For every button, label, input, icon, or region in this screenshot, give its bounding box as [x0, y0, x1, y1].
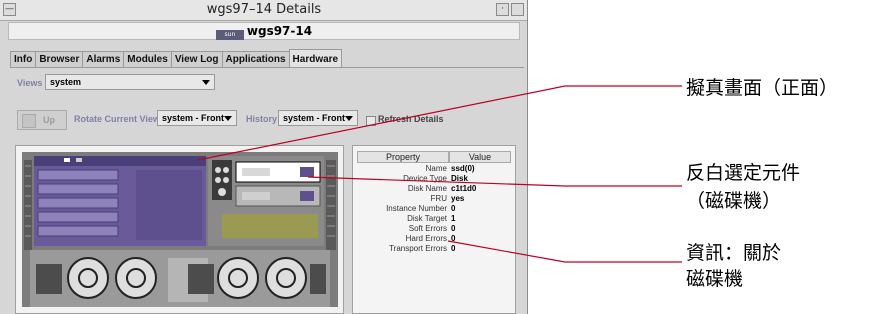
property-value: c1t1d0: [451, 184, 477, 193]
minimize-button[interactable]: ·: [496, 3, 509, 16]
history-select[interactable]: system - Front: [278, 110, 358, 126]
refresh-details-label: Refresh Details: [378, 114, 444, 124]
property-row: Hard Errors 0: [353, 234, 517, 244]
value-column-header[interactable]: Value: [449, 151, 511, 163]
tab-view-log[interactable]: View Log: [170, 51, 223, 67]
callout-info-line1: 資訊：關於: [686, 242, 782, 264]
tab-browser[interactable]: Browser: [35, 51, 84, 67]
tab-applications[interactable]: Applications: [221, 51, 290, 67]
chevron-down-icon: [345, 116, 353, 121]
tab-hardware[interactable]: Hardware: [288, 49, 343, 67]
property-value: 0: [451, 204, 456, 213]
property-name: FRU: [430, 194, 447, 203]
property-name: Name: [425, 164, 447, 173]
property-row: Transport Errors 0: [353, 244, 517, 254]
property-name: Hard Errors: [405, 234, 447, 243]
property-value: 0: [451, 234, 456, 243]
property-row: FRU yes: [353, 194, 517, 204]
property-value: 0: [451, 224, 456, 233]
window-title: wgs97–14 Details: [206, 2, 322, 17]
rotate-select-value: system - Front: [162, 113, 225, 123]
callout-front-view: 擬真畫面（正面）: [686, 77, 839, 99]
host-bar: sun wgs97-14: [8, 22, 520, 40]
up-arrow-icon: [22, 114, 36, 128]
property-row: Name ssd(0): [353, 164, 517, 174]
history-label: History: [246, 114, 278, 124]
details-window: — wgs97–14 Details · sun wgs97-14 Info Br…: [0, 0, 528, 314]
up-button[interactable]: Up: [17, 110, 67, 130]
property-row: Instance Number 0: [353, 204, 517, 214]
property-row: Device Type Disk: [353, 174, 517, 184]
tab-bar: Info Browser Alarms Modules View Log App…: [10, 49, 343, 67]
views-select-value: system: [50, 77, 82, 87]
sun-logo-icon: sun: [215, 30, 244, 40]
rotate-label: Rotate Current View: [74, 114, 160, 124]
chevron-down-icon: [224, 116, 232, 121]
views-label: Views: [17, 78, 43, 88]
maximize-button[interactable]: [511, 3, 524, 16]
property-column-header[interactable]: Property: [357, 151, 449, 163]
chevron-down-icon: [202, 80, 210, 85]
property-value: 0: [451, 244, 456, 253]
property-name: Transport Errors: [389, 244, 447, 253]
property-name: Disk Target: [407, 214, 447, 223]
rotate-select[interactable]: system - Front: [157, 110, 237, 126]
property-value: ssd(0): [451, 164, 475, 173]
up-button-label: Up: [43, 115, 55, 125]
property-name: Instance Number: [386, 204, 447, 213]
property-value: yes: [451, 194, 465, 203]
property-row: Disk Name c1t1d0: [353, 184, 517, 194]
property-name: Device Type: [403, 174, 447, 183]
callout-info-line2: 磁碟機: [686, 268, 744, 290]
property-value: Disk: [451, 174, 468, 183]
system-front-view[interactable]: [15, 145, 344, 314]
history-select-value: system - Front: [283, 113, 346, 123]
callout-selected-line1: 反白選定元件: [686, 162, 801, 184]
tab-info[interactable]: Info: [10, 51, 37, 67]
property-name: Disk Name: [407, 184, 447, 193]
refresh-details-checkbox[interactable]: [366, 116, 376, 126]
properties-table: Property Value Name ssd(0) Device Type D…: [352, 145, 516, 314]
property-name: Soft Errors: [408, 224, 447, 233]
tab-alarms[interactable]: Alarms: [82, 51, 125, 67]
host-name: wgs97-14: [246, 24, 313, 38]
callout-selected-line2: （磁碟機）: [686, 190, 782, 212]
title-bar[interactable]: — wgs97–14 Details ·: [0, 0, 527, 21]
views-select[interactable]: system: [45, 74, 215, 90]
property-value: 1: [451, 214, 456, 223]
empty-bay[interactable]: [222, 214, 318, 238]
property-row: Soft Errors 0: [353, 224, 517, 234]
tab-modules[interactable]: Modules: [123, 51, 172, 67]
property-row: Disk Target 1: [353, 214, 517, 224]
chassis-graphic: [22, 152, 338, 307]
